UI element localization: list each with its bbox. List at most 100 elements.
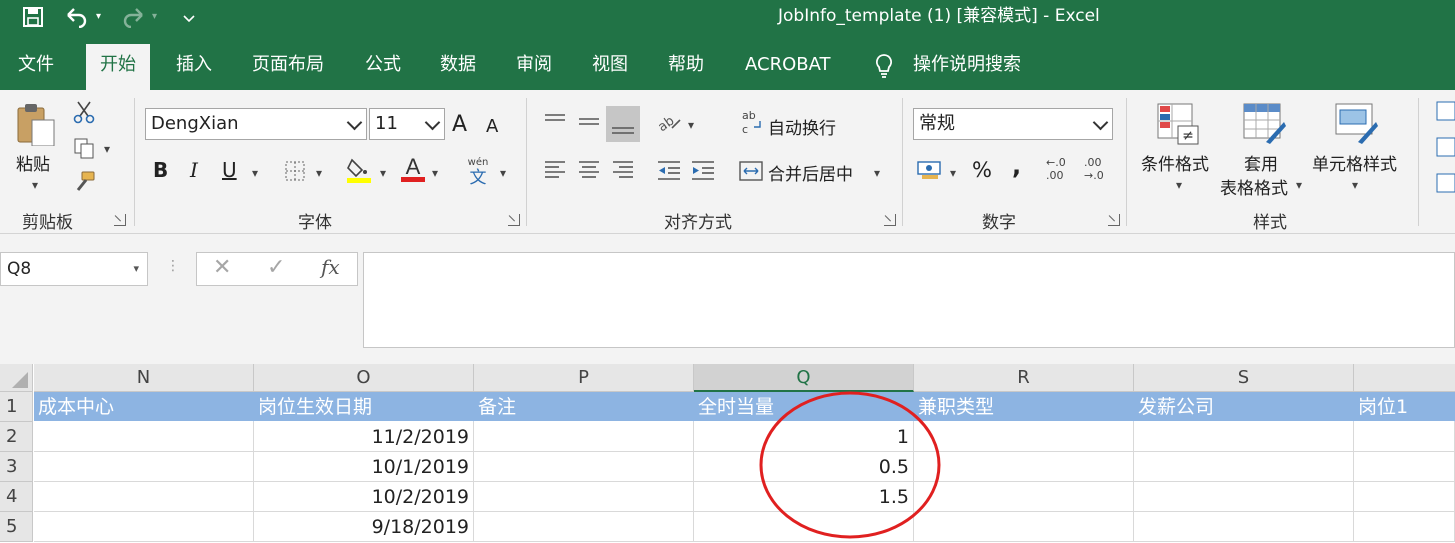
- cell-r3[interactable]: [914, 452, 1134, 482]
- cell-n5[interactable]: [34, 512, 254, 542]
- bold-button[interactable]: B: [153, 158, 168, 182]
- cell-r4[interactable]: [914, 482, 1134, 512]
- font-launcher-icon[interactable]: [508, 214, 520, 226]
- cell-s4[interactable]: [1134, 482, 1354, 512]
- formula-input[interactable]: [363, 252, 1455, 348]
- underline-dropdown-icon[interactable]: ▾: [252, 166, 258, 180]
- number-launcher-icon[interactable]: [1108, 214, 1120, 226]
- format-painter-icon[interactable]: [72, 170, 96, 198]
- cell-t1[interactable]: 岗位1: [1354, 392, 1455, 422]
- align-right-icon[interactable]: [611, 158, 635, 186]
- cell-n2[interactable]: [34, 422, 254, 452]
- tab-page-layout[interactable]: 页面布局: [252, 44, 324, 90]
- cut-icon[interactable]: [72, 100, 96, 128]
- percent-style-button[interactable]: %: [972, 158, 992, 182]
- column-header-o[interactable]: O: [254, 364, 474, 392]
- undo-dropdown-icon[interactable]: ▾: [96, 6, 101, 28]
- phonetic-dropdown-icon[interactable]: ▾: [500, 166, 506, 180]
- font-color-dropdown-icon[interactable]: ▾: [432, 166, 438, 180]
- cell-p2[interactable]: [474, 422, 694, 452]
- cancel-icon[interactable]: ✕: [213, 255, 231, 280]
- insert-cells-icon[interactable]: [1436, 100, 1455, 200]
- cell-r5[interactable]: [914, 512, 1134, 542]
- decrease-font-size-button[interactable]: A: [486, 116, 498, 137]
- copy-icon[interactable]: [72, 136, 96, 164]
- customize-quick-access-icon[interactable]: [182, 6, 196, 34]
- merge-center-button[interactable]: 合并后居中: [768, 160, 853, 185]
- cell-o5[interactable]: 9/18/2019: [254, 512, 474, 542]
- orientation-dropdown-icon[interactable]: ▾: [688, 118, 694, 132]
- clipboard-launcher-icon[interactable]: [114, 214, 126, 226]
- cell-p5[interactable]: [474, 512, 694, 542]
- tab-review[interactable]: 审阅: [516, 44, 552, 90]
- accounting-dropdown-icon[interactable]: ▾: [950, 166, 956, 180]
- increase-indent-icon[interactable]: [690, 158, 716, 186]
- column-header-s[interactable]: S: [1134, 364, 1354, 392]
- cell-styles-icon[interactable]: [1334, 102, 1378, 150]
- orientation-icon[interactable]: ab: [655, 110, 684, 138]
- fill-color-dropdown-icon[interactable]: ▾: [380, 166, 386, 180]
- cell-o3[interactable]: 10/1/2019: [254, 452, 474, 482]
- increase-font-size-button[interactable]: A: [452, 112, 467, 137]
- cell-styles-dropdown-icon[interactable]: ▾: [1352, 178, 1358, 192]
- paste-button[interactable]: 粘贴: [16, 150, 50, 175]
- cell-s3[interactable]: [1134, 452, 1354, 482]
- cell-styles-button[interactable]: 单元格样式: [1312, 150, 1397, 175]
- tab-view[interactable]: 视图: [592, 44, 628, 90]
- tab-data[interactable]: 数据: [440, 44, 476, 90]
- top-align-icon[interactable]: [543, 112, 567, 136]
- cell-s2[interactable]: [1134, 422, 1354, 452]
- tab-file[interactable]: 文件: [18, 44, 54, 90]
- tab-help[interactable]: 帮助: [668, 44, 704, 90]
- conditional-formatting-dropdown-icon[interactable]: ▾: [1176, 178, 1182, 192]
- font-color-icon[interactable]: A: [400, 154, 426, 188]
- column-header-p[interactable]: P: [474, 364, 694, 392]
- tab-formulas[interactable]: 公式: [365, 44, 401, 90]
- redo-dropdown-icon[interactable]: ▾: [152, 6, 157, 28]
- increase-decimal-icon[interactable]: ←.0 .00: [1046, 156, 1066, 182]
- italic-button[interactable]: I: [190, 158, 198, 182]
- alignment-launcher-icon[interactable]: [884, 214, 896, 226]
- paste-dropdown-icon[interactable]: ▾: [32, 178, 38, 192]
- conditional-formatting-button[interactable]: 条件格式: [1141, 150, 1209, 175]
- row-header-4[interactable]: 4: [0, 482, 33, 512]
- paste-icon[interactable]: [16, 102, 56, 150]
- enter-icon[interactable]: ✓: [267, 255, 285, 280]
- merge-center-icon[interactable]: [738, 160, 764, 186]
- cell-r1[interactable]: 兼职类型: [914, 392, 1134, 422]
- column-header-n[interactable]: N: [34, 364, 254, 392]
- format-as-table-line1[interactable]: 套用: [1244, 150, 1278, 175]
- middle-align-icon[interactable]: [577, 112, 601, 136]
- undo-icon[interactable]: [64, 6, 90, 34]
- format-as-table-line2[interactable]: 表格格式: [1220, 174, 1288, 199]
- cell-o2[interactable]: 11/2/2019: [254, 422, 474, 452]
- column-header-partial[interactable]: [1354, 364, 1455, 392]
- cell-o1[interactable]: 岗位生效日期: [254, 392, 474, 422]
- decrease-decimal-icon[interactable]: .00 →.0: [1084, 156, 1104, 182]
- phonetic-guide-icon[interactable]: wén 文: [464, 154, 494, 190]
- row-header-3[interactable]: 3: [0, 452, 33, 482]
- cell-t4[interactable]: [1354, 482, 1455, 512]
- wrap-text-button[interactable]: 自动换行: [768, 114, 836, 139]
- row-header-1[interactable]: 1: [0, 392, 33, 422]
- formula-bar-splitter-icon[interactable]: ⋮: [166, 258, 181, 274]
- save-icon[interactable]: [22, 6, 44, 34]
- redo-icon[interactable]: [120, 6, 146, 34]
- cell-s5[interactable]: [1134, 512, 1354, 542]
- cell-n4[interactable]: [34, 482, 254, 512]
- tab-home[interactable]: 开始: [86, 44, 150, 90]
- cell-o4[interactable]: 10/2/2019: [254, 482, 474, 512]
- font-name-combo[interactable]: DengXian: [145, 108, 367, 140]
- cell-r2[interactable]: [914, 422, 1134, 452]
- align-left-icon[interactable]: [543, 158, 567, 186]
- conditional-formatting-icon[interactable]: ≠: [1156, 102, 1200, 150]
- tab-acrobat[interactable]: ACROBAT: [745, 44, 831, 90]
- borders-icon[interactable]: [284, 160, 306, 186]
- cell-t5[interactable]: [1354, 512, 1455, 542]
- accounting-format-icon[interactable]: [916, 158, 944, 186]
- select-all-button[interactable]: [0, 364, 33, 392]
- column-header-r[interactable]: R: [914, 364, 1134, 392]
- bottom-align-icon[interactable]: [606, 106, 640, 142]
- cell-n3[interactable]: [34, 452, 254, 482]
- row-header-5[interactable]: 5: [0, 512, 33, 542]
